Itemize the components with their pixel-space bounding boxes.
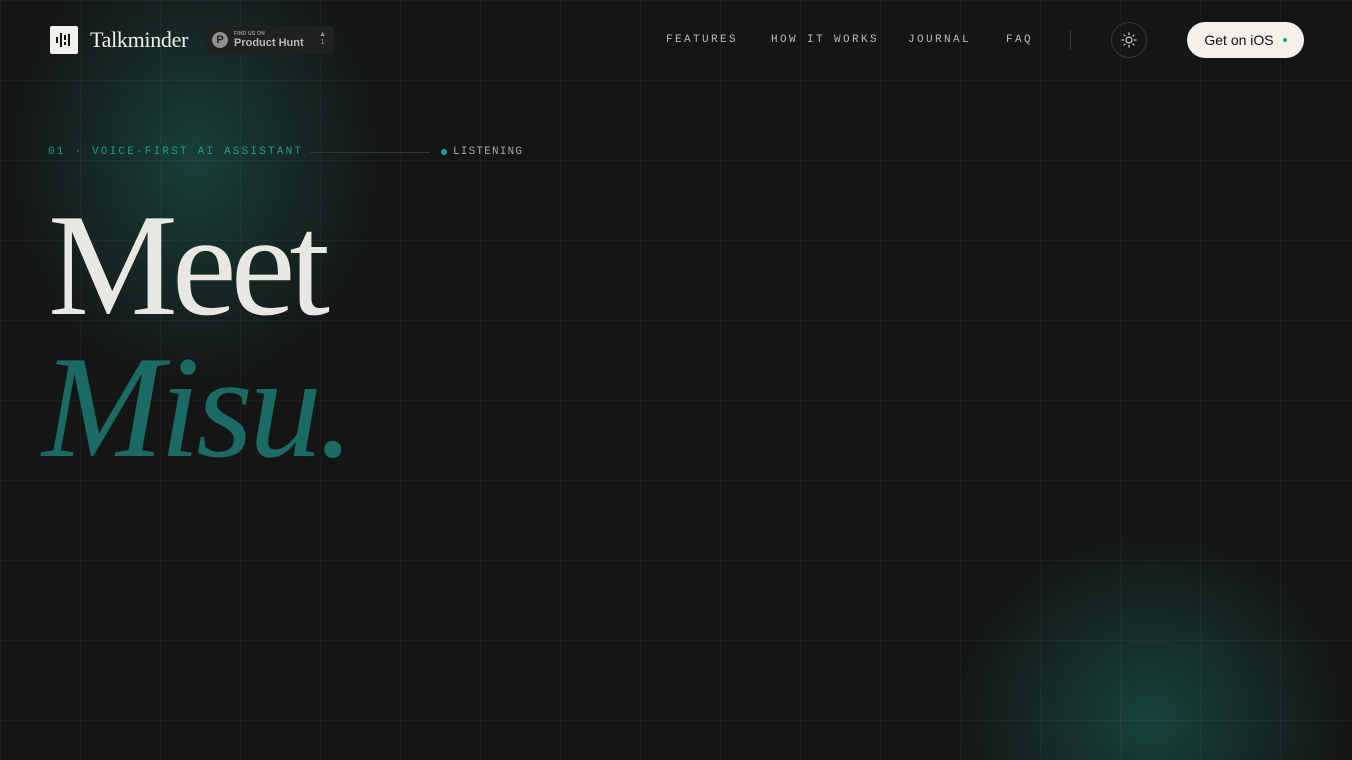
brand-name: Talkminder: [90, 27, 189, 52]
upvote-arrow-icon: ▲: [319, 31, 326, 38]
nav-journal[interactable]: JOURNAL: [908, 34, 971, 46]
site-header: Talkminder P FIND US ON Product Hunt ▲ 1…: [0, 0, 1352, 80]
nav-faq[interactable]: FAQ: [1006, 34, 1033, 46]
product-hunt-label: Product Hunt: [234, 36, 304, 49]
cta-dot: [1282, 38, 1287, 42]
nav-how-it-works[interactable]: HOW IT WORKS: [771, 34, 879, 46]
get-on-ios-button[interactable]: Get on iOS: [1187, 22, 1304, 58]
product-hunt-votes: ▲ 1: [319, 31, 326, 47]
hero-eyebrow: 01 · VOICE-FIRST AI ASSISTANT: [48, 146, 304, 158]
listening-status-dot: [441, 149, 447, 155]
hero-headline-line-1: Meet: [48, 184, 330, 346]
sun-icon: [1121, 32, 1137, 48]
product-hunt-icon: P: [212, 32, 228, 48]
listening-status: LISTENING: [453, 146, 524, 158]
cta-label: Get on iOS: [1204, 32, 1274, 48]
brand-logo-link[interactable]: Talkminder: [50, 26, 188, 54]
theme-toggle-button[interactable]: [1111, 22, 1147, 58]
hero-headline-line-2: Misu.: [42, 326, 354, 488]
nav-features[interactable]: FEATURES: [666, 34, 738, 46]
nav-divider: [1070, 30, 1071, 50]
eyebrow-divider-line: [310, 152, 430, 153]
product-hunt-badge[interactable]: P FIND US ON Product Hunt ▲ 1: [206, 26, 334, 54]
waveform-logo-icon: [50, 26, 78, 54]
upvote-count: 1: [320, 39, 325, 46]
